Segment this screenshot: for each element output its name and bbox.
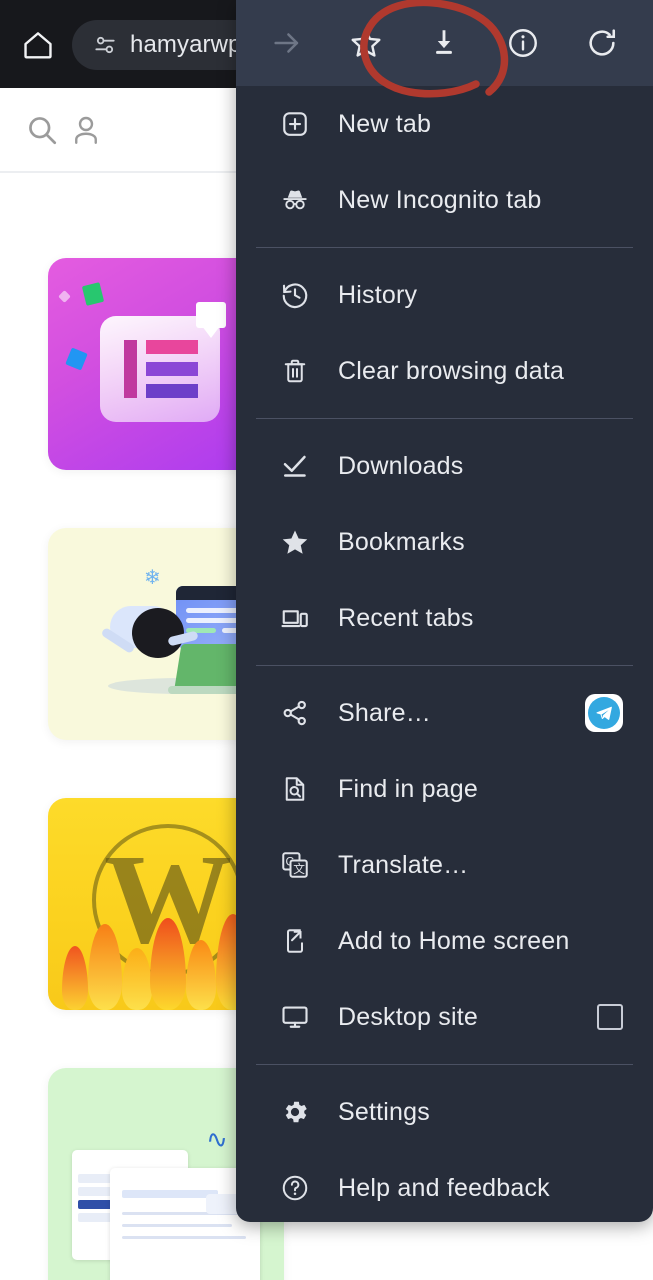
sparkle-icon: ❄ <box>144 567 161 589</box>
menu-item-label: Bookmarks <box>338 527 465 556</box>
menu-item-downloads[interactable]: Downloads <box>236 428 653 504</box>
reload-button[interactable] <box>576 17 628 69</box>
find-in-page-icon <box>278 772 312 806</box>
url-text: hamyarwp <box>130 31 242 58</box>
search-icon[interactable] <box>24 112 60 148</box>
menu-item-desktop-site[interactable]: Desktop site <box>236 979 653 1055</box>
menu-item-settings[interactable]: Settings <box>236 1074 653 1150</box>
decor-flame <box>62 946 88 1010</box>
menu-item-label: Help and feedback <box>338 1173 550 1202</box>
forward-button[interactable] <box>261 17 313 69</box>
desktop-site-checkbox[interactable] <box>597 1004 623 1030</box>
incognito-icon <box>278 183 312 217</box>
telegram-icon[interactable] <box>585 694 623 732</box>
menu-separator <box>256 665 633 666</box>
menu-item-help-and-feedback[interactable]: Help and feedback <box>236 1150 653 1226</box>
menu-item-label: History <box>338 280 418 309</box>
download-check-icon <box>278 449 312 483</box>
plus-box-icon <box>278 107 312 141</box>
star-filled-icon <box>278 525 312 559</box>
menu-item-label: Downloads <box>338 451 464 480</box>
add-to-home-icon <box>278 924 312 958</box>
menu-item-label: Settings <box>338 1097 430 1126</box>
menu-item-clear-browsing-data[interactable]: Clear browsing data <box>236 333 653 409</box>
menu-item-label: Add to Home screen <box>338 926 570 955</box>
browser-overflow-menu: New tab New Incognito tab History Clear … <box>236 0 653 1222</box>
menu-item-label: Clear browsing data <box>338 356 565 385</box>
screen-root: ❄ W ∿ hamyarwp New tab New Incognito tab… <box>0 0 653 1280</box>
menu-item-label: Find in page <box>338 774 478 803</box>
menu-item-label: New Incognito tab <box>338 185 542 214</box>
menu-item-history[interactable]: History <box>236 257 653 333</box>
robot-head <box>132 608 184 658</box>
desktop-icon <box>278 1000 312 1034</box>
menu-item-label: Share… <box>338 698 431 727</box>
download-button[interactable] <box>418 17 470 69</box>
gear-icon <box>278 1095 312 1129</box>
menu-item-label: Recent tabs <box>338 603 474 632</box>
page-info-button[interactable] <box>497 17 549 69</box>
decor-squiggle: ∿ <box>204 1122 230 1156</box>
history-icon <box>278 278 312 312</box>
menu-item-add-to-home-screen[interactable]: Add to Home screen <box>236 903 653 979</box>
account-icon[interactable] <box>68 112 104 148</box>
menu-separator <box>256 247 633 248</box>
menu-item-share[interactable]: Share… <box>236 675 653 751</box>
decor-blue-confetti <box>65 347 88 371</box>
svg-text:文: 文 <box>293 862 305 876</box>
decor-diamond <box>58 290 71 303</box>
share-icon <box>278 696 312 730</box>
menu-item-bookmarks[interactable]: Bookmarks <box>236 504 653 580</box>
menu-item-label: New tab <box>338 109 432 138</box>
bookmark-button[interactable] <box>340 17 392 69</box>
trash-icon <box>278 354 312 388</box>
home-icon[interactable] <box>20 28 56 62</box>
menu-separator <box>256 418 633 419</box>
translate-icon: G 文 <box>278 848 312 882</box>
decor-green-confetti <box>81 282 105 306</box>
menu-quick-actions-toolbar <box>236 0 653 86</box>
article-title[interactable]: ۷ پیش نیاز مهمی که در انتخاب سرور وردپرس <box>299 1273 639 1280</box>
menu-item-translate[interactable]: G 文 Translate… <box>236 827 653 903</box>
menu-item-label: Desktop site <box>338 1002 478 1031</box>
menu-item-new-tab[interactable]: New tab <box>236 86 653 162</box>
menu-item-list: New tab New Incognito tab History Clear … <box>236 86 653 1226</box>
decor-tag <box>196 302 226 338</box>
share-target-telegram[interactable] <box>585 694 623 732</box>
checkbox-unchecked-icon[interactable] <box>597 1004 623 1030</box>
page-info-icon[interactable] <box>92 32 118 58</box>
menu-item-recent-tabs[interactable]: Recent tabs <box>236 580 653 656</box>
menu-item-find-in-page[interactable]: Find in page <box>236 751 653 827</box>
menu-item-label: Translate… <box>338 850 469 879</box>
devices-icon <box>278 601 312 635</box>
help-circle-icon <box>278 1171 312 1205</box>
menu-separator <box>256 1064 633 1065</box>
menu-item-new-incognito-tab[interactable]: New Incognito tab <box>236 162 653 238</box>
